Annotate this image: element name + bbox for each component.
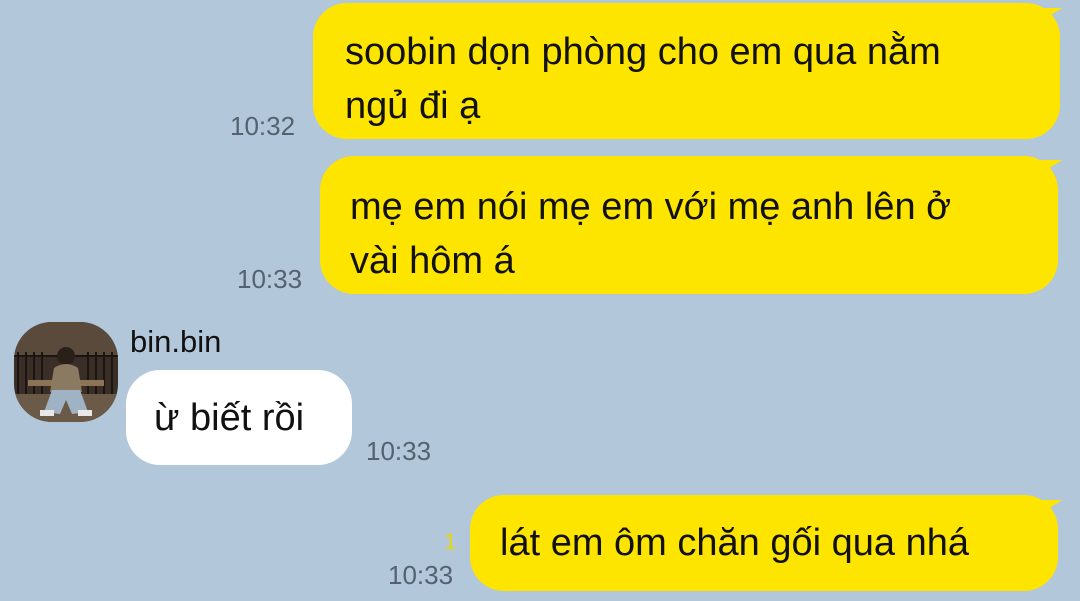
- message-text-line: lát em ôm chăn gối qua nhá: [500, 522, 969, 564]
- message-bubble-sent[interactable]: lát em ôm chăn gối qua nhá: [470, 495, 1058, 591]
- message-text-line: ngủ đi ạ: [345, 85, 481, 127]
- message-text-line: ừ biết rồi: [154, 397, 305, 439]
- message-bubble-sent[interactable]: mẹ em nói mẹ em với mẹ anh lên ở vài hôm…: [320, 156, 1058, 294]
- unread-count: 1: [444, 529, 457, 554]
- message-bubble-sent[interactable]: soobin dọn phòng cho em qua nằm ngủ đi ạ: [313, 3, 1060, 139]
- message-text-line: mẹ em nói mẹ em với mẹ anh lên ở: [350, 186, 952, 228]
- message-timestamp: 10:33: [366, 436, 432, 466]
- avatar-photo-icon: [14, 322, 118, 422]
- message-timestamp: 10:32: [230, 111, 296, 141]
- user-photo-avatar[interactable]: [14, 322, 118, 422]
- message-text-line: soobin dọn phòng cho em qua nằm: [345, 31, 941, 73]
- message-text-line: vài hôm á: [350, 240, 515, 282]
- message-timestamp: 10:33: [388, 560, 454, 590]
- message-bubble-received[interactable]: ừ biết rồi: [126, 370, 352, 465]
- sender-name: bin.bin: [130, 324, 222, 359]
- message-timestamp: 10:33: [237, 264, 303, 294]
